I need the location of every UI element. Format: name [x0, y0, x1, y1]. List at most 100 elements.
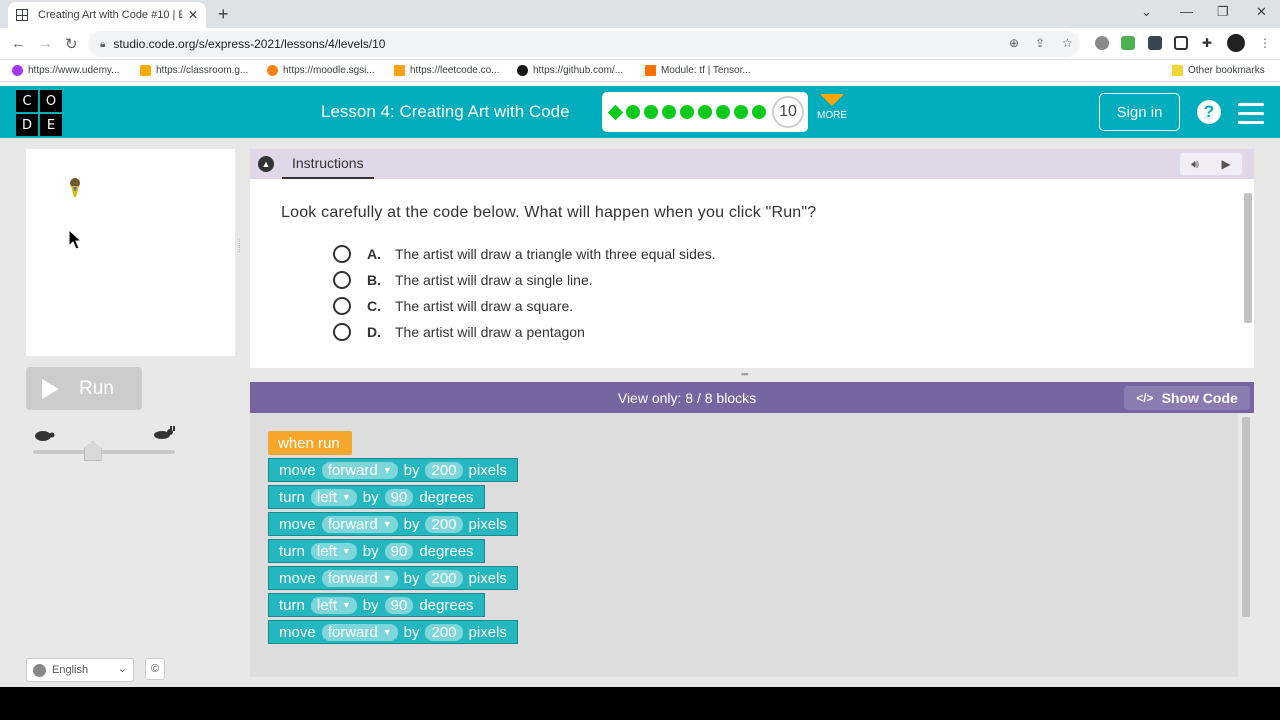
bookmark-leetcode[interactable]: https://leetcode.co...	[394, 65, 500, 76]
more-button[interactable]: MORE	[816, 94, 848, 121]
progress-dot-completed[interactable]	[644, 105, 658, 119]
tab-search-icon[interactable]: ⌄	[1141, 4, 1152, 20]
hamburger-menu-icon[interactable]	[1238, 103, 1264, 130]
speed-slider[interactable]	[26, 424, 186, 464]
turn-block[interactable]: turn left ▼ by 90 degrees	[268, 485, 485, 509]
when-run-block[interactable]: when run	[268, 431, 352, 455]
more-caret-icon	[820, 94, 844, 106]
question-text: Look carefully at the code below. What w…	[281, 204, 817, 221]
progress-dot-completed[interactable]	[626, 105, 640, 119]
speed-slider-track	[33, 450, 175, 454]
reload-icon[interactable]: ↻	[65, 35, 78, 53]
speaker-icon[interactable]: 🔊︎	[1191, 157, 1199, 172]
value-input[interactable]: 90	[384, 542, 414, 560]
radio-button[interactable]	[333, 245, 351, 263]
move-block[interactable]: move forward ▼ by 200 pixels	[268, 620, 518, 644]
direction-dropdown[interactable]: left ▼	[310, 542, 357, 560]
tensorflow-icon	[645, 65, 656, 76]
share-icon[interactable]: ⇪	[1035, 36, 1045, 50]
bookmark-classroom[interactable]: https://classroom.g...	[140, 65, 248, 76]
instructions-tab[interactable]: Instructions	[282, 149, 374, 179]
move-block[interactable]: move forward ▼ by 200 pixels	[268, 566, 518, 590]
maximize-icon[interactable]: ❐	[1217, 4, 1229, 20]
panel-resize-handle[interactable]: ⁞ ⁞	[238, 239, 241, 254]
move-block[interactable]: move forward ▼ by 200 pixels	[268, 512, 518, 536]
radio-button[interactable]	[333, 323, 351, 341]
language-selector[interactable]: English ⌄	[26, 658, 134, 682]
answer-option-a[interactable]: A. The artist will draw a triangle with …	[333, 245, 716, 263]
bookmark-moodle[interactable]: https://moodle.sgsi...	[267, 65, 375, 76]
extension-android-icon[interactable]	[1121, 36, 1135, 50]
workspace-scrollbar[interactable]	[1240, 413, 1252, 677]
turn-block[interactable]: turn left ▼ by 90 degrees	[268, 593, 485, 617]
direction-dropdown[interactable]: left ▼	[310, 596, 357, 614]
value-input[interactable]: 200	[425, 515, 463, 533]
address-bar[interactable]: 🔒︎ studio.code.org/s/express-2021/lesson…	[88, 31, 1080, 57]
scrollbar-thumb[interactable]	[1242, 417, 1250, 617]
code-org-logo[interactable]: C O D E	[16, 90, 62, 136]
instructions-resize-handle[interactable]: ▪▪▪	[741, 369, 749, 379]
answer-option-b[interactable]: B. The artist will draw a single line.	[333, 271, 593, 289]
direction-dropdown[interactable]: forward ▼	[321, 461, 398, 479]
value-input[interactable]: 200	[425, 461, 463, 479]
block-unit: pixels	[468, 515, 507, 533]
collapse-instructions-icon[interactable]: ▲	[258, 156, 274, 172]
progress-dot-completed[interactable]	[698, 105, 712, 119]
bookmark-star-icon[interactable]: ☆	[1062, 36, 1073, 50]
direction-dropdown[interactable]: left ▼	[310, 488, 357, 506]
other-bookmarks[interactable]: Other bookmarks	[1172, 65, 1265, 76]
value-input[interactable]: 90	[384, 488, 414, 506]
instructions-scrollbar[interactable]	[1242, 193, 1252, 369]
progress-dot-completed[interactable]	[734, 105, 748, 119]
speed-slider-thumb[interactable]	[83, 441, 102, 461]
answer-option-d[interactable]: D. The artist will draw a pentagon	[333, 323, 585, 341]
help-icon[interactable]: ?	[1197, 100, 1221, 124]
direction-dropdown[interactable]: forward ▼	[321, 515, 398, 533]
turn-block[interactable]: turn left ▼ by 90 degrees	[268, 539, 485, 563]
bookmark-tensorflow[interactable]: Module: tf | Tensor...	[645, 65, 751, 76]
lesson-title[interactable]: Lesson 4: Creating Art with Code	[321, 102, 570, 122]
back-icon[interactable]: ←	[11, 35, 26, 52]
radio-button[interactable]	[333, 271, 351, 289]
extensions-puzzle-icon[interactable]: ✚	[1202, 36, 1212, 50]
sign-in-button[interactable]: Sign in	[1099, 93, 1180, 131]
minimize-icon[interactable]: —	[1180, 4, 1193, 19]
forward-icon[interactable]: →	[38, 35, 53, 52]
profile-avatar[interactable]	[1227, 34, 1245, 52]
close-tab-icon[interactable]: ✕	[188, 8, 198, 22]
move-block[interactable]: move forward ▼ by 200 pixels	[268, 458, 518, 482]
browser-tab[interactable]: Creating Art with Code #10 | Exp ✕	[8, 2, 206, 28]
bookmark-github[interactable]: https://github.com/...	[517, 65, 623, 76]
scrollbar-thumb[interactable]	[1244, 193, 1252, 323]
progress-dot-completed[interactable]	[752, 105, 766, 119]
current-level-bubble[interactable]: 10	[772, 96, 804, 128]
extension-grid-icon[interactable]	[1148, 36, 1162, 50]
value-input[interactable]: 90	[384, 596, 414, 614]
extension-bug-icon[interactable]	[1095, 36, 1109, 50]
progress-dot-completed[interactable]	[662, 105, 676, 119]
radio-button[interactable]	[333, 297, 351, 315]
block-by: by	[403, 461, 420, 479]
progress-dot-completed[interactable]	[716, 105, 730, 119]
progress-dot-completed[interactable]	[680, 105, 694, 119]
copyright-button[interactable]: ©	[145, 658, 165, 680]
level-progress-bar: 10	[602, 92, 808, 132]
answer-option-c[interactable]: C. The artist will draw a square.	[333, 297, 573, 315]
taskbar-strip	[0, 687, 1280, 720]
progress-diamond-completed[interactable]	[607, 104, 624, 120]
extension-media-icon[interactable]	[1174, 36, 1188, 50]
direction-dropdown[interactable]: forward ▼	[321, 623, 398, 641]
value-input[interactable]: 200	[425, 623, 463, 641]
run-button[interactable]: Run	[26, 367, 142, 410]
zoom-icon[interactable]: ⊕	[1009, 36, 1019, 50]
close-window-icon[interactable]: ✕	[1256, 4, 1267, 20]
browser-menu-icon[interactable]: ⋮	[1259, 36, 1271, 50]
play-audio-icon[interactable]: ▶	[1221, 157, 1230, 171]
show-code-button[interactable]: </> Show Code	[1124, 386, 1250, 410]
direction-dropdown[interactable]: forward ▼	[321, 569, 398, 587]
dropdown-arrow-icon: ▼	[341, 600, 351, 610]
bookmark-udemy[interactable]: https://www.udemy...	[12, 65, 120, 76]
value-input[interactable]: 200	[425, 569, 463, 587]
block-verb: turn	[279, 596, 305, 614]
new-tab-icon[interactable]: +	[218, 4, 229, 25]
